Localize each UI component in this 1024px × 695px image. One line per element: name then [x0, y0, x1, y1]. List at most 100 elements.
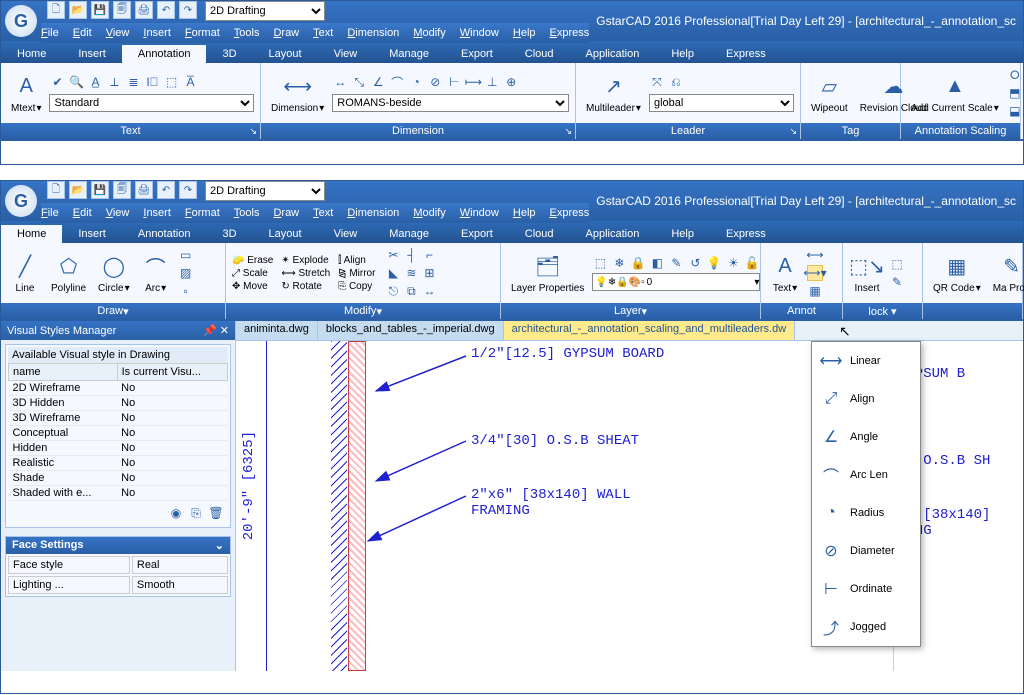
annoscale-icon1[interactable]: ⭘ [1007, 67, 1023, 83]
leader-align-icon[interactable]: ⤧ [649, 74, 665, 90]
new-icon[interactable]: 🗋 [47, 181, 65, 199]
array-icon[interactable]: ⊞ [421, 265, 437, 281]
find-icon[interactable]: 🔍 [68, 74, 84, 90]
menu-modify[interactable]: Modify [413, 207, 445, 219]
copy-button[interactable]: ⎘ Copy [338, 281, 375, 292]
dim-center-icon[interactable]: ⊕ [503, 74, 519, 90]
dimension-button[interactable]: ⟷ Dimension ▾ [267, 71, 328, 116]
menu-insert[interactable]: Insert [143, 207, 171, 219]
tab-manage[interactable]: Manage [373, 225, 445, 243]
layer-unlock-icon[interactable]: 🔓 [744, 255, 760, 271]
text-style-select[interactable]: Standard [49, 94, 254, 112]
file-tab-active[interactable]: architectural_-_annotation_scaling_and_m… [504, 321, 796, 340]
circle-button[interactable]: ◯Circle ▾ [94, 251, 134, 296]
menu-format[interactable]: Format [185, 27, 220, 39]
extend-icon[interactable]: ┤ [403, 247, 419, 263]
table-row[interactable]: ConceptualNo [9, 426, 228, 441]
saveall-icon[interactable]: 🗐 [113, 181, 131, 199]
layer-off-icon[interactable]: ⬚ [592, 255, 608, 271]
print-icon[interactable]: 🖨 [135, 1, 153, 19]
field-icon[interactable]: ⬚ [163, 74, 179, 90]
text-button[interactable]: AText ▾ [767, 251, 803, 296]
qrcode-button[interactable]: ▦QR Code ▾ [929, 251, 985, 296]
align-button[interactable]: ⫿ Align [338, 255, 375, 266]
table-row[interactable]: 3D WireframeNo [9, 411, 228, 426]
tab-application[interactable]: Application [570, 45, 656, 63]
face-style-value[interactable]: Real [132, 556, 228, 574]
menu-view[interactable]: View [106, 207, 130, 219]
tab-cloud[interactable]: Cloud [509, 225, 570, 243]
align-icon[interactable]: I⃒ [144, 74, 160, 90]
menu-dimension[interactable]: Dimension [347, 27, 399, 39]
tab-help[interactable]: Help [655, 225, 710, 243]
dim-radius-icon[interactable]: ◔ [408, 74, 424, 90]
scale-icon[interactable]: ⟂ [106, 74, 122, 90]
layer-match-icon[interactable]: ✎ [668, 255, 684, 271]
lighting-value[interactable]: Smooth [132, 576, 228, 594]
tab-insert[interactable]: Insert [62, 45, 122, 63]
dim-arc-icon[interactable]: ⌒ [389, 74, 405, 90]
table-row[interactable]: 2D WireframeNo [9, 381, 228, 396]
new-icon[interactable]: 🗋 [47, 1, 65, 19]
table-row[interactable]: Shaded with e...No [9, 486, 228, 501]
menu-express[interactable]: Express [550, 27, 590, 39]
open-icon[interactable]: 📂 [69, 1, 87, 19]
undo-icon[interactable]: ↶ [157, 181, 175, 199]
dim-diameter-icon[interactable]: ⊘ [427, 74, 443, 90]
table-row[interactable]: 3D HiddenNo [9, 396, 228, 411]
layer-prev-icon[interactable]: ↺ [687, 255, 703, 271]
save-icon[interactable]: 💾 [91, 181, 109, 199]
dim-diameter[interactable]: ⊘Diameter [812, 532, 920, 570]
tab-view[interactable]: View [318, 225, 374, 243]
menu-tools[interactable]: Tools [234, 207, 260, 219]
dim-linear-icon[interactable]: ↔ [332, 74, 348, 90]
line-button[interactable]: ╱Line [7, 251, 43, 296]
tab-annotation[interactable]: Annotation [122, 45, 207, 63]
collapse-icon[interactable]: ⌄ [215, 539, 224, 552]
menu-view[interactable]: View [106, 27, 130, 39]
dim-linear[interactable]: ⟷Linear [812, 342, 920, 380]
abc-icon[interactable]: A̅ [182, 74, 198, 90]
tab-layout[interactable]: Layout [253, 45, 318, 63]
menu-help[interactable]: Help [513, 27, 536, 39]
erase-button[interactable]: 🧽 Erase [232, 255, 273, 266]
dim-jogged[interactable]: ⤴Jogged [812, 608, 920, 646]
annoscale-icon2[interactable]: ⬒ [1007, 85, 1023, 101]
workspace-select[interactable]: 2D Drafting [205, 1, 325, 21]
dim-radius[interactable]: ◔Radius [812, 494, 920, 532]
matchprop-button[interactable]: ✎Ma Prop [989, 251, 1024, 296]
dim-angle[interactable]: ∠Angle [812, 418, 920, 456]
anno-dim-icon[interactable]: ⟷ [807, 247, 823, 263]
menu-edit[interactable]: Edit [73, 207, 92, 219]
layer-freeze-icon[interactable]: ❄ [611, 255, 627, 271]
stretch-button[interactable]: ⟷ Stretch [281, 268, 330, 279]
mtext-button[interactable]: A Mtext ▾ [7, 71, 45, 116]
save-icon[interactable]: 💾 [91, 1, 109, 19]
chamfer-icon[interactable]: ◣ [385, 265, 401, 281]
layer-thaw-icon[interactable]: ☀ [725, 255, 741, 271]
dim-arclen[interactable]: ⌒Arc Len [812, 456, 920, 494]
dim-angular-icon[interactable]: ∠ [370, 74, 386, 90]
dimension-dropdown-button[interactable]: ⟷▾ [807, 265, 823, 281]
anno-table-icon[interactable]: ▦ [807, 283, 823, 299]
lengthen-icon[interactable]: ↔ [421, 283, 437, 299]
break-icon[interactable]: ⎋ [385, 283, 401, 299]
menu-text[interactable]: Text [313, 27, 333, 39]
delete-icon[interactable]: 🗑 [208, 505, 224, 521]
table-row[interactable]: RealisticNo [9, 456, 228, 471]
tab-express[interactable]: Express [710, 45, 782, 63]
wipeout-button[interactable]: ▱Wipeout [807, 71, 852, 116]
dim-style-select[interactable]: ROMANS-beside [332, 94, 569, 112]
menu-file[interactable]: File [41, 27, 59, 39]
menu-dimension[interactable]: Dimension [347, 207, 399, 219]
leader-collect-icon[interactable]: ⎌ [668, 74, 684, 90]
pin-icon[interactable]: 📌 [203, 325, 217, 337]
menu-express[interactable]: Express [550, 207, 590, 219]
point-icon[interactable]: ▫ [178, 283, 194, 299]
tab-3d[interactable]: 3D [206, 45, 252, 63]
join-icon[interactable]: ⧉ [403, 283, 419, 299]
table-row[interactable]: HiddenNo [9, 441, 228, 456]
explode-button[interactable]: ✴ Explode [281, 255, 330, 266]
tab-home[interactable]: Home [1, 225, 62, 243]
layer-lock-icon[interactable]: 🔒 [630, 255, 646, 271]
